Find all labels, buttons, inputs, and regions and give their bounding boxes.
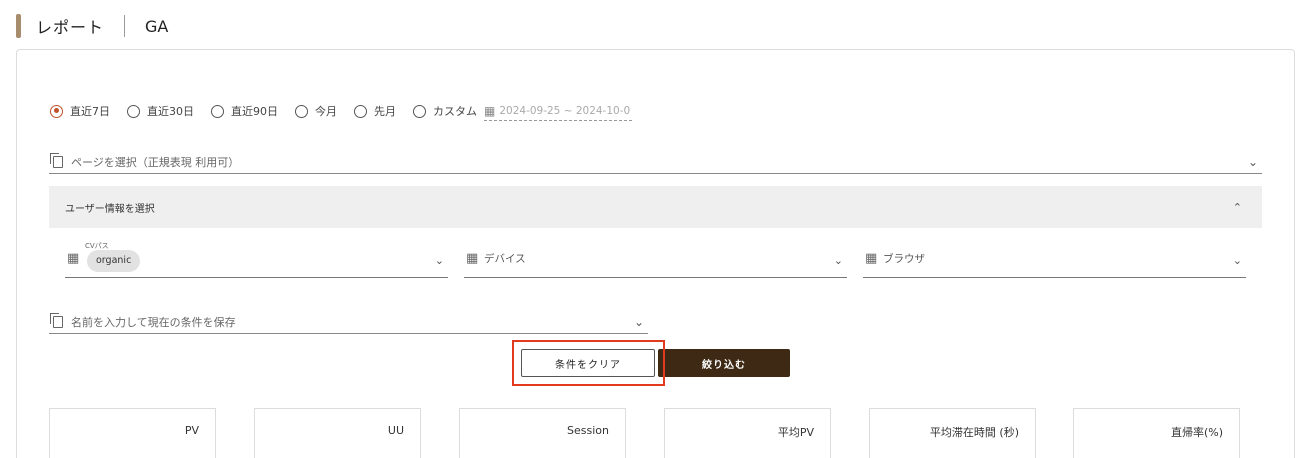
radio-unchecked-icon: [127, 104, 140, 118]
page-select[interactable]: ページを選択（正規表現 利用可） ⌄: [49, 151, 1262, 174]
chevron-down-icon: ⌄: [833, 254, 843, 267]
building-icon: ▦: [865, 251, 878, 266]
radio-unchecked-icon: [413, 104, 426, 118]
chevron-down-icon: ⌄: [633, 315, 644, 329]
user-info-accordion[interactable]: ユーザー情報を選択 ⌃: [49, 186, 1262, 228]
browser-label: ブラウザ: [883, 253, 925, 265]
date-range-picker[interactable]: ▦ 2024-09-25 ~ 2024-10-0 ⌄: [484, 101, 632, 121]
metric-card-pv: PV: [49, 408, 216, 458]
chevron-down-icon: ⌄: [1232, 254, 1242, 267]
metric-card-label: PV: [184, 424, 199, 437]
filter-chip-organic[interactable]: organic: [87, 250, 141, 272]
radio-unchecked-icon: [354, 104, 367, 118]
chevron-up-icon: ⌃: [1232, 200, 1242, 214]
device-select[interactable]: ▦ デバイス ⌄: [464, 240, 847, 278]
date-range-value: 2024-09-25 ~ 2024-10-0: [499, 104, 631, 117]
chevron-down-icon: ⌄: [434, 254, 444, 267]
radio-last-7-days[interactable]: 直近7日: [50, 103, 110, 119]
metric-card-label: 直帰率(%): [1170, 426, 1223, 439]
metric-card-label: 平均PV: [777, 426, 814, 439]
metric-card-label: UU: [387, 424, 404, 437]
page-subtitle: GA: [145, 16, 169, 36]
copy-icon: [50, 153, 63, 168]
metric-card-avg-pv: 平均PV: [664, 408, 831, 458]
metric-card-avg-time: 平均滞在時間 (秒): [869, 408, 1036, 458]
radio-unchecked-icon: [295, 104, 308, 118]
radio-label: 直近30日: [147, 105, 194, 118]
metric-card-uu: UU: [254, 408, 421, 458]
user-info-label: ユーザー情報を選択: [65, 203, 155, 215]
radio-last-90-days[interactable]: 直近90日: [211, 103, 278, 119]
radio-last-30-days[interactable]: 直近30日: [127, 103, 194, 119]
radio-label: 先月: [374, 105, 396, 118]
save-condition-placeholder: 名前を入力して現在の条件を保存: [71, 316, 236, 329]
radio-checked-icon: [50, 104, 63, 118]
clear-conditions-button[interactable]: 条件をクリア: [521, 349, 655, 377]
radio-this-month[interactable]: 今月: [295, 103, 337, 119]
page-select-placeholder: ページを選択（正規表現 利用可）: [71, 156, 240, 169]
chevron-down-icon: ⌄: [1247, 155, 1258, 169]
building-icon: ▦: [466, 251, 479, 266]
metric-card-label: 平均滞在時間 (秒): [929, 426, 1019, 439]
apply-filter-button[interactable]: 絞り込む: [658, 349, 790, 377]
period-radio-group: 直近7日 直近30日 直近90日 今月 先月 カスタム ▦ 2024-09-25…: [50, 101, 632, 121]
device-label: デバイス: [484, 253, 526, 265]
radio-custom[interactable]: カスタム: [413, 103, 477, 119]
radio-label: カスタム: [433, 105, 477, 118]
metric-card-session: Session: [459, 408, 626, 458]
page-title: レポート: [36, 18, 105, 37]
header-accent-bar: [16, 14, 21, 38]
radio-label: 直近7日: [70, 105, 110, 118]
calendar-icon: ▦: [484, 103, 496, 118]
radio-label: 直近90日: [231, 105, 278, 118]
save-condition-input[interactable]: 名前を入力して現在の条件を保存 ⌄: [49, 311, 648, 334]
radio-last-month[interactable]: 先月: [354, 103, 396, 119]
page-header: レポート GA: [16, 14, 168, 38]
radio-label: 今月: [315, 105, 337, 118]
browser-select[interactable]: ▦ ブラウザ ⌄: [863, 240, 1246, 278]
metric-card-label: Session: [567, 424, 609, 437]
building-icon: ▦: [67, 251, 80, 266]
cv-path-select[interactable]: ▦ CVパス organic ⌄: [65, 240, 448, 278]
header-divider: [124, 15, 126, 37]
radio-unchecked-icon: [211, 104, 224, 118]
copy-icon: [50, 313, 63, 328]
metric-card-bounce-rate: 直帰率(%): [1073, 408, 1240, 458]
